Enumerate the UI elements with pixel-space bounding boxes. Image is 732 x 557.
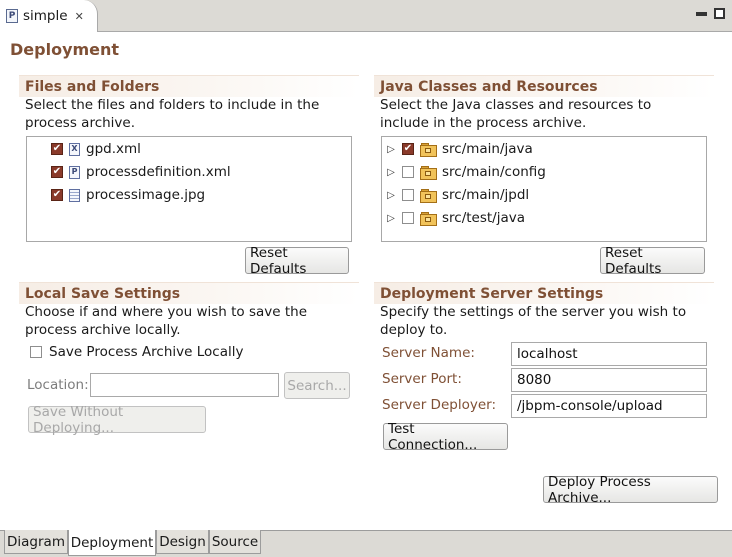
tree-item-label: gpd.xml (86, 141, 141, 157)
tree-item-src-main-java[interactable]: ▷ ✔ src/main/java (386, 138, 533, 160)
tree-item-label: src/main/config (442, 164, 546, 180)
local-save-section-title: Local Save Settings (19, 282, 359, 304)
tree-item-src-main-jpdl[interactable]: ▷ src/main/jpdl (386, 184, 529, 206)
editor-tab-title: simple (23, 8, 68, 24)
save-locally-option[interactable]: Save Process Archive Locally (30, 344, 243, 360)
source-folder-icon (420, 189, 437, 203)
tab-design[interactable]: Design (156, 530, 209, 554)
server-deployer-input[interactable]: /jbpm-console/upload (511, 394, 707, 418)
close-icon[interactable]: ✕ (75, 10, 84, 23)
save-without-deploying-button[interactable]: Save Without Deploying... (28, 404, 206, 436)
files-section-description: Select the files and folders to include … (25, 97, 320, 131)
files-reset-defaults-button[interactable]: Reset Defaults (245, 245, 349, 277)
java-tree: ▷ ✔ src/main/java ▷ src/main/config ▷ sr… (381, 136, 707, 242)
files-tree: ✔ X gpd.xml ✔ P processdefinition.xml ✔ … (26, 136, 352, 242)
save-locally-checkbox[interactable] (30, 346, 42, 358)
checkbox-checked[interactable]: ✔ (51, 143, 63, 155)
java-reset-defaults-button[interactable]: Reset Defaults (600, 245, 705, 277)
server-name-input[interactable]: localhost (511, 342, 707, 366)
checkbox-unchecked[interactable] (402, 166, 414, 178)
tab-diagram[interactable]: Diagram (4, 530, 68, 554)
files-section-title: Files and Folders (19, 75, 359, 97)
expand-arrow-icon[interactable]: ▷ (386, 213, 396, 224)
tree-item-src-test-java[interactable]: ▷ src/test/java (386, 207, 525, 229)
java-section-title: Java Classes and Resources (374, 75, 714, 97)
editor-tab-simple[interactable]: P simple ✕ (0, 0, 98, 32)
checkbox-checked[interactable]: ✔ (51, 189, 63, 201)
test-connection-button[interactable]: Test Connection... (383, 421, 508, 453)
expand-arrow-icon[interactable]: ▷ (386, 190, 396, 201)
java-section-description: Select the Java classes and resources to… (380, 97, 652, 131)
checkbox-unchecked[interactable] (402, 189, 414, 201)
server-deployer-label: Server Deployer: (382, 397, 496, 413)
checkbox-unchecked[interactable] (402, 212, 414, 224)
tree-item-label: src/main/java (442, 141, 533, 157)
deploy-process-archive-button[interactable]: Deploy Process Archive... (543, 474, 718, 506)
local-save-description: Choose if and where you wish to save the… (25, 304, 308, 338)
source-folder-icon (420, 143, 437, 157)
server-port-label: Server Port: (382, 371, 462, 387)
image-file-icon (69, 188, 80, 202)
location-label: Location: (27, 377, 89, 393)
server-port-input[interactable]: 8080 (511, 368, 707, 392)
checkbox-checked[interactable]: ✔ (51, 166, 63, 178)
tree-item-label: processdefinition.xml (86, 164, 231, 180)
maximize-icon[interactable] (714, 8, 725, 19)
tree-item-processimage-jpg[interactable]: ✔ processimage.jpg (51, 184, 205, 206)
source-folder-icon (420, 166, 437, 180)
checkbox-checked[interactable]: ✔ (402, 143, 414, 155)
tree-item-label: src/test/java (442, 210, 526, 226)
save-locally-label: Save Process Archive Locally (49, 344, 244, 360)
expand-arrow-icon[interactable]: ▷ (386, 144, 396, 155)
page-title: Deployment (10, 40, 120, 59)
tree-item-label: processimage.jpg (86, 187, 206, 203)
location-input[interactable] (90, 373, 279, 397)
source-folder-icon (420, 212, 437, 226)
server-name-label: Server Name: (382, 345, 475, 361)
minimize-icon[interactable] (696, 12, 707, 16)
expand-arrow-icon[interactable]: ▷ (386, 167, 396, 178)
tree-item-src-main-config[interactable]: ▷ src/main/config (386, 161, 546, 183)
xml-file-icon: X (69, 142, 80, 156)
server-section-description: Specify the settings of the server you w… (380, 304, 687, 338)
tree-item-gpd-xml[interactable]: ✔ X gpd.xml (51, 138, 141, 160)
search-button[interactable]: Search... (284, 372, 350, 399)
tab-deployment[interactable]: Deployment (68, 530, 156, 556)
editor-tab-strip (0, 0, 732, 32)
tree-item-label: src/main/jpdl (442, 187, 530, 203)
process-file-icon: P (69, 165, 80, 179)
process-file-icon: P (6, 9, 18, 23)
tab-source[interactable]: Source (209, 530, 261, 554)
tree-item-processdefinition-xml[interactable]: ✔ P processdefinition.xml (51, 161, 231, 183)
server-section-title: Deployment Server Settings (374, 282, 714, 304)
